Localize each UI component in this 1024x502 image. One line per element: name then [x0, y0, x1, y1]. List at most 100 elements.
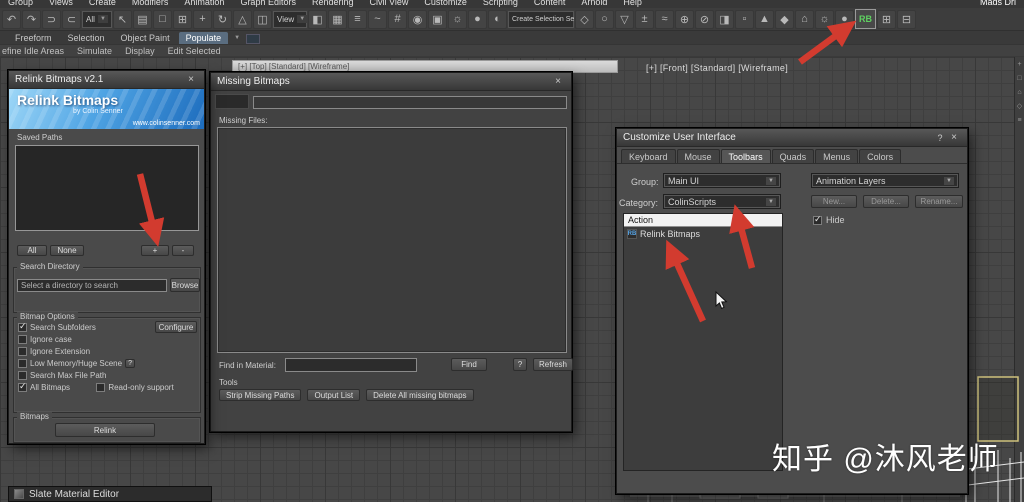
saved-paths-list[interactable]: [15, 145, 199, 231]
layer-explorer-icon[interactable]: ▦: [328, 9, 347, 29]
home-icon[interactable]: ⌂: [795, 9, 814, 29]
new-button[interactable]: New...: [811, 195, 857, 208]
checkbox-icon[interactable]: [18, 335, 27, 344]
menu-item[interactable]: Civil View: [370, 0, 409, 8]
circle-select-icon[interactable]: ○: [595, 9, 614, 29]
exclude-icon[interactable]: ⊘: [695, 9, 714, 29]
configure-button[interactable]: Configure: [155, 321, 197, 333]
dot-icon[interactable]: ▫: [735, 9, 754, 29]
unlink-icon[interactable]: ⊂: [62, 9, 81, 29]
customize-tab[interactable]: Keyboard: [621, 149, 676, 163]
select-object-icon[interactable]: ↖: [113, 9, 132, 29]
front-viewport-label[interactable]: [+] [Front] [Standard] [Wireframe]: [646, 63, 788, 73]
ribbon-minimize-icon[interactable]: ▼: [230, 32, 244, 44]
render-production-icon[interactable]: ●: [468, 9, 487, 29]
ribbon-panel-button[interactable]: Simulate: [77, 46, 112, 56]
split-view-icon[interactable]: ◨: [715, 9, 734, 29]
customize-tab[interactable]: Mouse: [676, 149, 720, 163]
curves-icon[interactable]: ≈: [655, 9, 674, 29]
all-paths-button[interactable]: All: [17, 245, 47, 256]
tool-button[interactable]: Strip Missing Paths: [219, 389, 302, 401]
checkbox-icon[interactable]: [18, 371, 27, 380]
gem-icon[interactable]: ◆: [775, 9, 794, 29]
action-list-item[interactable]: RB Relink Bitmaps: [624, 227, 782, 240]
close-icon[interactable]: ×: [184, 74, 198, 85]
menu-item[interactable]: Views: [49, 0, 73, 8]
menu-item[interactable]: Animation: [184, 0, 224, 8]
help-button[interactable]: ?: [513, 358, 527, 371]
move-icon[interactable]: +: [193, 9, 212, 29]
slate-material-editor-bar[interactable]: Slate Material Editor: [8, 486, 212, 502]
undo-icon[interactable]: ↶: [2, 9, 21, 29]
list-icon[interactable]: ≡: [1017, 117, 1021, 125]
menu-item[interactable]: Graph Editors: [240, 0, 296, 8]
close-icon[interactable]: ×: [947, 132, 961, 143]
array-icon[interactable]: ◇: [575, 9, 594, 29]
menu-item[interactable]: Group: [8, 0, 33, 8]
grid-layout-icon[interactable]: ⊞: [877, 9, 896, 29]
ribbon-tab[interactable]: Selection: [61, 32, 112, 44]
teapot-render-icon[interactable]: ●: [835, 9, 854, 29]
menu-item[interactable]: Arnold: [581, 0, 607, 8]
material-editor-icon[interactable]: ◉: [408, 9, 427, 29]
plus-icon[interactable]: +: [1017, 61, 1021, 69]
redo-icon[interactable]: ↷: [22, 9, 41, 29]
missing-files-list[interactable]: [217, 127, 567, 353]
close-icon[interactable]: ×: [551, 76, 565, 87]
toolbar-select-dropdown[interactable]: Animation Layers ▼: [811, 173, 959, 188]
relink-titlebar[interactable]: Relink Bitmaps v2.1 ×: [9, 71, 204, 89]
group-dropdown[interactable]: Main UI ▼: [663, 173, 781, 188]
none-paths-button[interactable]: None: [50, 245, 84, 256]
customize-tab[interactable]: Toolbars: [720, 149, 771, 163]
scale-icon[interactable]: △: [233, 9, 252, 29]
render-setup-icon[interactable]: ▣: [428, 9, 447, 29]
diamond-icon[interactable]: ◇: [1017, 103, 1022, 111]
menu-item[interactable]: Rendering: [312, 0, 354, 8]
path-field[interactable]: [253, 96, 567, 109]
rename-button[interactable]: Rename...: [915, 195, 963, 208]
ribbon-panel-button[interactable]: Display: [125, 46, 155, 56]
customize-titlebar[interactable]: Customize User Interface ? ×: [617, 129, 967, 147]
ribbon-tab[interactable]: Freeform: [8, 32, 59, 44]
align-icon[interactable]: ◧: [308, 9, 327, 29]
curve-editor-icon[interactable]: ~: [368, 9, 387, 29]
link-icon[interactable]: ⊃: [42, 9, 61, 29]
hide-checkbox-icon[interactable]: [813, 214, 822, 225]
select-by-name-icon[interactable]: ▤: [133, 9, 152, 29]
ribbon-panel-button[interactable]: Edit Selected: [168, 46, 221, 56]
customize-tab[interactable]: Menus: [815, 149, 859, 163]
relink-button[interactable]: Relink: [55, 423, 155, 437]
action-list[interactable]: Action RB Relink Bitmaps: [623, 213, 783, 471]
missing-titlebar[interactable]: Missing Bitmaps ×: [211, 73, 571, 91]
rotate-icon[interactable]: ↻: [213, 9, 232, 29]
menu-item[interactable]: Scripting: [483, 0, 518, 8]
delete-button[interactable]: Delete...: [863, 195, 909, 208]
ribbon-tab[interactable]: Object Paint: [114, 32, 177, 44]
pivot-icon[interactable]: ▲: [755, 9, 774, 29]
normal-align-icon[interactable]: ▽: [615, 9, 634, 29]
mirror-icon[interactable]: ◫: [253, 9, 272, 29]
user-label[interactable]: Mads Dri: [980, 0, 1016, 8]
help-button[interactable]: ?: [125, 359, 136, 368]
panel-layout-icon[interactable]: ⊟: [897, 9, 916, 29]
home-icon[interactable]: ⌂: [1017, 89, 1021, 97]
menu-item[interactable]: Content: [534, 0, 566, 8]
window-crossing-icon[interactable]: ⊞: [173, 9, 192, 29]
checkbox-icon[interactable]: [18, 347, 27, 356]
checkbox-icon[interactable]: [18, 359, 27, 368]
tool-button[interactable]: Output List: [307, 389, 361, 401]
reference-coordsys-dropdown[interactable]: View ▼: [273, 10, 308, 28]
selection-filter-dropdown[interactable]: All ▼: [82, 10, 112, 28]
find-button[interactable]: Find: [451, 358, 487, 371]
checkbox-icon[interactable]: [18, 321, 27, 332]
menu-item[interactable]: Help: [623, 0, 642, 8]
add-mode-icon[interactable]: ⊕: [675, 9, 694, 29]
add-path-button[interactable]: +: [141, 245, 169, 256]
help-icon[interactable]: ?: [933, 133, 947, 143]
banner-url[interactable]: www.colinsenner.com: [133, 120, 200, 127]
browse-button[interactable]: Browse: [170, 278, 200, 292]
menu-item[interactable]: Customize: [424, 0, 467, 8]
customize-tab[interactable]: Quads: [771, 149, 815, 163]
light-icon[interactable]: ☼: [815, 9, 834, 29]
relink-bitmaps-toolbar-button[interactable]: RB: [855, 9, 876, 29]
